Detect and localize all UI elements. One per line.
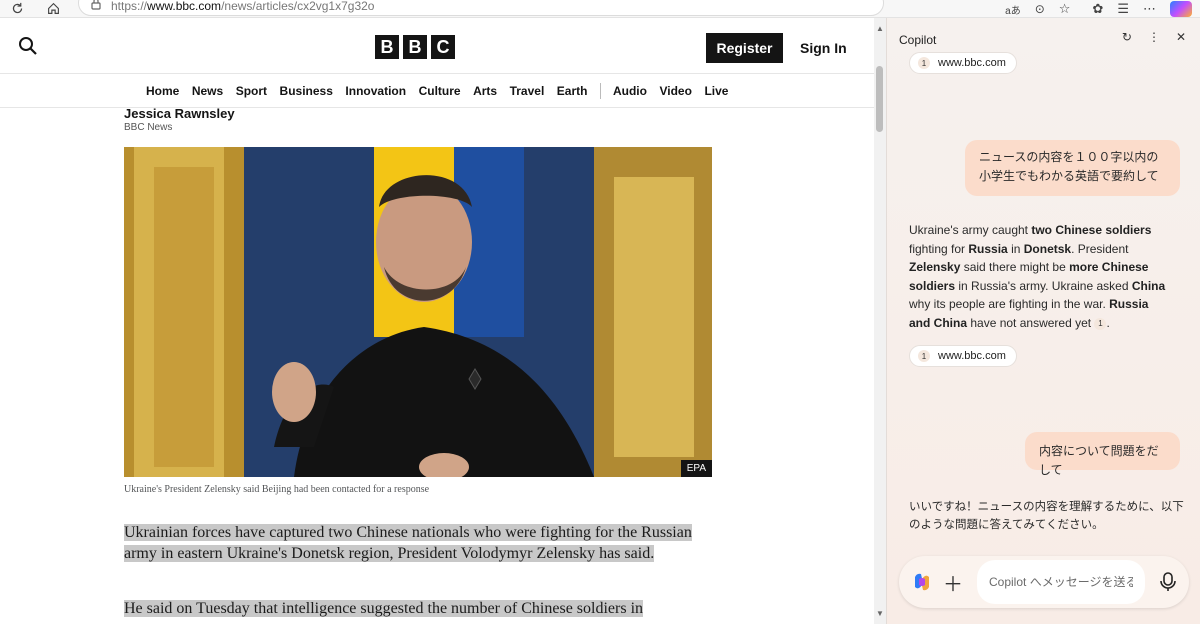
scroll-down-icon[interactable]: ▼ (876, 609, 884, 618)
nav-news[interactable]: News (192, 84, 223, 98)
bbc-nav: Home News Sport Business Innovation Cult… (0, 74, 874, 108)
address-bar[interactable]: https://www.bbc.com/news/articles/cx2vg1… (78, 0, 884, 16)
nav-travel[interactable]: Travel (510, 84, 545, 98)
photo-credit: EPA (680, 460, 712, 477)
paragraph-text: He said on Tuesday that intelligence sug… (124, 600, 644, 617)
nav-video[interactable]: Video (659, 84, 691, 98)
nav-business[interactable]: Business (280, 84, 333, 98)
copilot-sidebar: Copilot ↻ ⋮ ✕ 1 www.bbc.com ニュースの内容を１００字… (886, 18, 1200, 624)
read-aloud-icon[interactable]: aあ (1005, 2, 1021, 17)
bbc-article-page: B B C Register Sign In Home News Sport B… (0, 18, 874, 624)
citation-number: 1 (918, 57, 930, 69)
nav-arts[interactable]: Arts (473, 84, 497, 98)
collections-icon[interactable]: ⋯ (1143, 1, 1156, 17)
register-button[interactable]: Register (706, 33, 783, 63)
author-name[interactable]: Jessica Rawnsley (124, 106, 235, 121)
nav-divider (599, 82, 601, 99)
copilot-toolbar-icon[interactable] (1170, 1, 1192, 17)
article-photo: EPA (124, 147, 712, 477)
search-icon[interactable] (18, 36, 38, 56)
nav-home[interactable]: Home (146, 84, 179, 98)
close-icon[interactable]: ✕ (1176, 30, 1186, 44)
photo-caption: Ukraine's President Zelensky said Beijin… (124, 484, 430, 495)
copilot-title: Copilot (899, 33, 937, 47)
more-options-icon[interactable]: ⋮ (1148, 30, 1160, 44)
nav-innovation[interactable]: Innovation (345, 84, 406, 98)
copilot-answer: Ukraine's army caught two Chinese soldie… (909, 223, 1166, 330)
article-paragraph: He said on Tuesday that intelligence sug… (124, 598, 684, 619)
nav-culture[interactable]: Culture (419, 84, 461, 98)
user-message: 内容について問題をだして (1025, 432, 1180, 477)
bbc-header: B B C Register Sign In (0, 18, 874, 74)
nav-earth[interactable]: Earth (557, 84, 588, 98)
answer-bold: Zelensky (909, 260, 961, 275)
answer-text: said there might be (960, 260, 1070, 275)
bbc-logo[interactable]: B B C (375, 35, 455, 59)
add-icon[interactable]: ＋ (943, 568, 963, 597)
citation-badge[interactable]: 1 (1094, 317, 1107, 330)
copilot-answer: いいですね！ニュースの内容を理解するために、以下のような問題に答えてみてください… (909, 501, 1184, 531)
article-paragraph: Ukrainian forces have captured two Chine… (124, 522, 714, 564)
answer-text: in Russia's army. Ukraine asked (955, 278, 1132, 293)
microphone-icon[interactable] (1159, 571, 1177, 593)
answer-text: fighting for (909, 241, 969, 256)
favorites-icon[interactable]: ☰ (1117, 1, 1129, 17)
copilot-message-input[interactable] (977, 560, 1145, 604)
url-scheme: https:// (111, 0, 148, 13)
refresh-icon[interactable]: ↻ (1122, 30, 1132, 44)
paragraph-text: Ukrainian forces have captured two Chine… (124, 524, 692, 562)
source-chip[interactable]: 1 www.bbc.com (909, 52, 1017, 74)
logo-letter: B (403, 35, 427, 59)
lock-icon[interactable] (91, 0, 101, 13)
page-scrollbar[interactable]: ▲ ▼ (874, 18, 886, 624)
answer-bold: Donetsk (1023, 241, 1072, 256)
url-path: /news/articles/cx2vg1x7g32o (221, 0, 375, 13)
citation-number: 1 (918, 350, 930, 362)
sign-in-link[interactable]: Sign In (800, 33, 847, 63)
answer-text: Ukraine's army caught (909, 223, 1032, 237)
answer-text: in (1007, 241, 1024, 256)
nav-live[interactable]: Live (704, 84, 728, 98)
refresh-icon[interactable] (6, 0, 28, 18)
scroll-up-icon[interactable]: ▲ (876, 24, 884, 33)
nav-audio[interactable]: Audio (613, 84, 647, 98)
copilot-logo-icon[interactable] (911, 571, 933, 593)
answer-text: why its people are fighting in the war. (909, 297, 1110, 312)
copilot-header-actions: ↻ ⋮ ✕ (1122, 30, 1186, 44)
answer-bold: Russia (968, 241, 1008, 256)
extensions-icon[interactable]: ✿ (1092, 1, 1103, 17)
answer-bold: China (1131, 278, 1166, 293)
toolbar-actions: aあ ⊙ ☆ ✿ ☰ ⋯ (1005, 0, 1192, 18)
answer-bold: two Chinese soldiers (1031, 223, 1152, 237)
url-host: www.bbc.com (147, 0, 222, 13)
copilot-composer: ＋ (899, 556, 1189, 608)
user-message: ニュースの内容を１００字以内の小学生でもわかる英語で要約して (965, 140, 1180, 196)
answer-text: . President (1071, 241, 1129, 256)
more-icon[interactable]: ⊙ (1035, 2, 1045, 16)
scrollbar-thumb[interactable] (876, 66, 883, 132)
source-label: www.bbc.com (938, 350, 1006, 362)
nav-sport[interactable]: Sport (236, 84, 267, 98)
logo-letter: C (431, 35, 455, 59)
logo-letter: B (375, 35, 399, 59)
browser-toolbar: https://www.bbc.com/news/articles/cx2vg1… (0, 0, 1200, 18)
zelensky-photo-illustration (124, 147, 712, 477)
source-chip[interactable]: 1 www.bbc.com (909, 345, 1017, 367)
home-icon[interactable] (42, 0, 64, 18)
source-label: www.bbc.com (938, 57, 1006, 69)
author-org: BBC News (124, 122, 173, 133)
answer-text: have not answered yet (967, 315, 1092, 330)
favorite-star-icon[interactable]: ☆ (1059, 1, 1071, 17)
screen: https://www.bbc.com/news/articles/cx2vg1… (0, 0, 1200, 624)
